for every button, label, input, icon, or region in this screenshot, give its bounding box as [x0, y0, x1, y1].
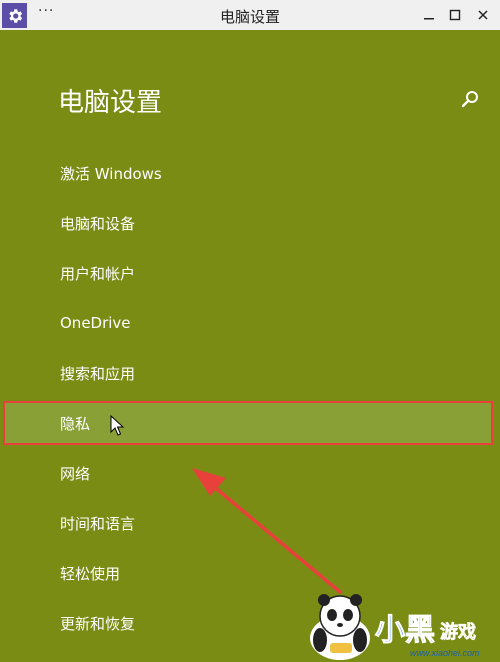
page-title: 电脑设置 — [58, 88, 163, 118]
svg-text:小黑: 小黑 — [375, 613, 435, 648]
menu-item-label: 激活 Windows — [60, 164, 162, 183]
close-glyph — [478, 10, 488, 20]
menu-item-label: 隐私 — [60, 414, 91, 433]
menu-item-activate-windows[interactable]: 激活 Windows — [0, 148, 500, 198]
maximize-icon[interactable] — [442, 4, 468, 26]
menu-item-network[interactable]: 网络 — [0, 448, 500, 498]
menu-item-label: 更新和恢复 — [60, 614, 136, 633]
close-icon[interactable] — [470, 4, 496, 26]
menu-item-label: 时间和语言 — [60, 514, 136, 533]
minimize-icon[interactable] — [416, 4, 442, 26]
menu-item-label: 用户和帐户 — [60, 264, 136, 283]
svg-text:游戏: 游戏 — [440, 621, 476, 643]
minimize-glyph — [424, 18, 434, 20]
menu-item-pc-and-devices[interactable]: 电脑和设备 — [0, 198, 500, 248]
menu-item-search-and-apps[interactable]: 搜索和应用 — [0, 348, 500, 398]
menu-item-privacy[interactable]: 隐私 — [3, 401, 493, 445]
menu-item-label: 轻松使用 — [60, 564, 121, 583]
mouse-cursor-icon — [110, 415, 124, 436]
menu-item-time-and-language[interactable]: 时间和语言 — [0, 498, 500, 548]
maximize-glyph — [449, 9, 461, 21]
watermark-url: www.xiaohei.com — [410, 648, 480, 658]
menu-item-label: 电脑和设备 — [60, 214, 136, 233]
menu-item-accounts[interactable]: 用户和帐户 — [0, 248, 500, 298]
title-bar: ··· 电脑设置 — [0, 0, 500, 30]
search-icon[interactable] — [460, 90, 480, 110]
search-glyph — [461, 91, 478, 108]
menu-item-label: OneDrive — [60, 314, 131, 332]
menu-item-label: 网络 — [60, 464, 91, 483]
menu-item-onedrive[interactable]: OneDrive — [0, 298, 500, 348]
menu-item-label: 搜索和应用 — [60, 364, 136, 383]
